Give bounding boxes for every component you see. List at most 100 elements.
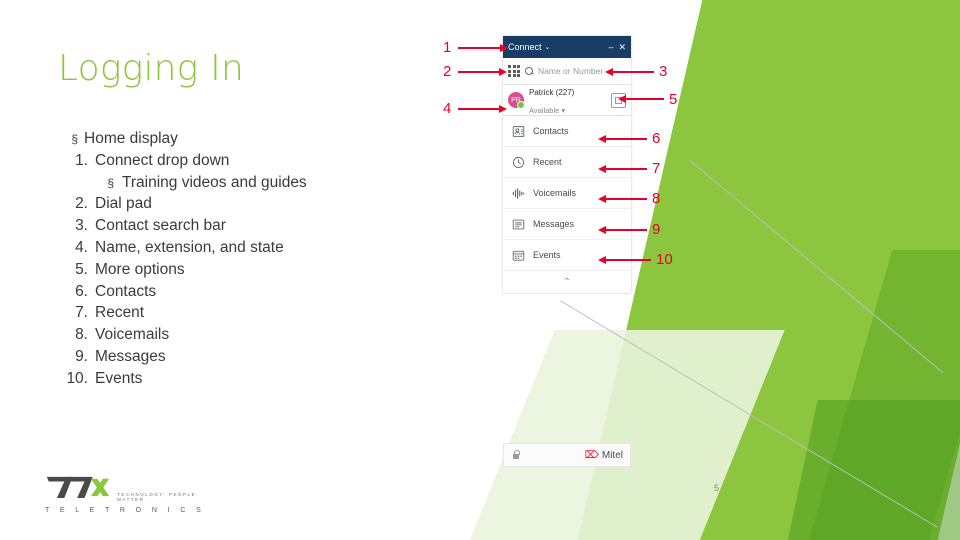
callout-arrow-9 [598, 226, 647, 234]
page-number: 5 [714, 483, 720, 493]
app-title-label: Connect [508, 42, 542, 52]
bg-hairline [559, 300, 938, 528]
callout-arrow-1 [458, 44, 508, 52]
outline-list: § Home display 1. Connect drop down § Tr… [58, 128, 418, 390]
list-marker: 10. [66, 369, 88, 387]
list-item: 9. Messages [58, 346, 418, 368]
avatar[interactable]: PR [508, 92, 525, 109]
app-footer: ⌦ Mitel [503, 443, 631, 467]
bg-hairline [689, 160, 944, 374]
close-icon[interactable]: ✕ [618, 42, 626, 53]
list-item: 1. Connect drop down [58, 150, 418, 172]
list-marker: 5. [75, 260, 88, 278]
list-marker: 9. [75, 347, 88, 365]
list-item: § Home display [58, 128, 418, 150]
list-item: 7. Recent [58, 302, 418, 324]
events-icon [511, 248, 525, 262]
callout-arrow-4 [458, 105, 507, 113]
list-marker: 6. [75, 282, 88, 300]
nav-item-recent[interactable]: Recent [503, 147, 631, 178]
callout-number-3: 3 [659, 63, 668, 80]
brand-name: Mitel [601, 449, 623, 461]
list-marker: 4. [75, 238, 88, 256]
list-item-label: Name, extension, and state [95, 238, 284, 256]
callout-arrow-5 [618, 95, 664, 103]
list-marker: 3. [75, 217, 88, 235]
list-item: 5. More options [58, 259, 418, 281]
list-item-label: Connect drop down [95, 151, 230, 169]
user-meta: Patrick (227) Available ▾ [529, 82, 606, 119]
minimize-icon[interactable]: – [608, 42, 613, 53]
callout-arrow-6 [598, 135, 647, 143]
callout-number-9: 9 [652, 221, 661, 238]
list-item-label: Events [95, 369, 143, 387]
callout-arrow-2 [458, 68, 507, 76]
window-controls: – ✕ [608, 42, 626, 53]
callout-number-6: 6 [652, 130, 661, 147]
brand-logo: ⌦ Mitel [585, 450, 623, 461]
list-item-label: More options [95, 260, 185, 278]
list-item-label: Training videos and guides [122, 173, 307, 191]
callout-number-5: 5 [669, 91, 678, 108]
logo-wordmark: T E L E T R O N I C S [45, 507, 206, 514]
collapse-chevron-icon[interactable]: ⌃ [503, 271, 631, 293]
list-marker: 2. [75, 195, 88, 213]
callout-number-4: 4 [443, 100, 452, 117]
list-item: 3. Contact search bar [58, 215, 418, 237]
lock-icon [511, 450, 520, 461]
clock-icon [511, 155, 525, 169]
list-item: 2. Dial pad [58, 193, 418, 215]
list-marker: 7. [75, 304, 88, 322]
bg-shape-deep [762, 400, 960, 540]
callout-number-10: 10 [656, 251, 673, 268]
callout-arrow-7 [598, 165, 647, 173]
list-item: 4. Name, extension, and state [58, 237, 418, 259]
list-item: 10. Events [58, 368, 418, 390]
nav-label: Contacts [533, 126, 569, 136]
list-item: 6. Contacts [58, 281, 418, 303]
message-icon [511, 217, 525, 231]
list-marker: 1. [75, 151, 88, 169]
nav-item-contacts[interactable]: Contacts [503, 116, 631, 147]
list-marker: § [71, 132, 78, 146]
callout-arrow-3 [605, 68, 654, 76]
nav-item-messages[interactable]: Messages [503, 209, 631, 240]
nav-label: Voicemails [533, 188, 577, 198]
contacts-icon [511, 124, 525, 138]
callout-arrow-8 [598, 195, 647, 203]
list-item-label: Messages [95, 347, 166, 365]
callout-arrow-10 [598, 256, 651, 264]
app-titlebar: Connect ⌄ – ✕ [503, 36, 631, 58]
user-row: PR Patrick (227) Available ▾ [503, 85, 631, 116]
list-marker: § [107, 175, 114, 190]
presence-indicator [517, 101, 525, 109]
dialpad-icon[interactable] [508, 65, 520, 77]
nav-label: Messages [533, 219, 575, 229]
list-item-label: Contacts [95, 282, 157, 300]
company-logo: TECHNOLOGY. PEOPLE MATTER. T E L E T R O… [45, 472, 220, 514]
logo-tagline: TECHNOLOGY. PEOPLE MATTER. [117, 492, 197, 502]
list-item-label: Dial pad [95, 195, 152, 213]
list-marker: 8. [75, 326, 88, 344]
user-state[interactable]: Available ▾ [529, 106, 565, 115]
callout-number-1: 1 [443, 39, 452, 56]
logo-mark-icon [46, 476, 110, 499]
search-icon [525, 67, 533, 75]
mitel-mark-icon: ⌦ [584, 449, 599, 461]
nav-item-voicemails[interactable]: Voicemails [503, 178, 631, 209]
list-item: 8. Voicemails [58, 324, 418, 346]
list-item-label: Recent [95, 304, 145, 322]
app-title-group: Connect ⌄ [508, 42, 608, 52]
callout-number-7: 7 [652, 160, 661, 177]
chevron-down-icon[interactable]: ⌄ [545, 43, 551, 51]
nav-item-events[interactable]: Events [503, 240, 631, 271]
callout-number-8: 8 [652, 190, 661, 207]
list-item-label: Home display [84, 130, 178, 147]
list-item-label: Contact search bar [95, 217, 226, 235]
bg-shape-darkgreen [771, 250, 960, 540]
list-item: § Training videos and guides [58, 172, 418, 194]
nav-label: Recent [533, 157, 562, 167]
voicemail-icon [511, 186, 525, 200]
page-title: Logging In [58, 48, 244, 89]
list-item-label: Voicemails [95, 326, 170, 344]
